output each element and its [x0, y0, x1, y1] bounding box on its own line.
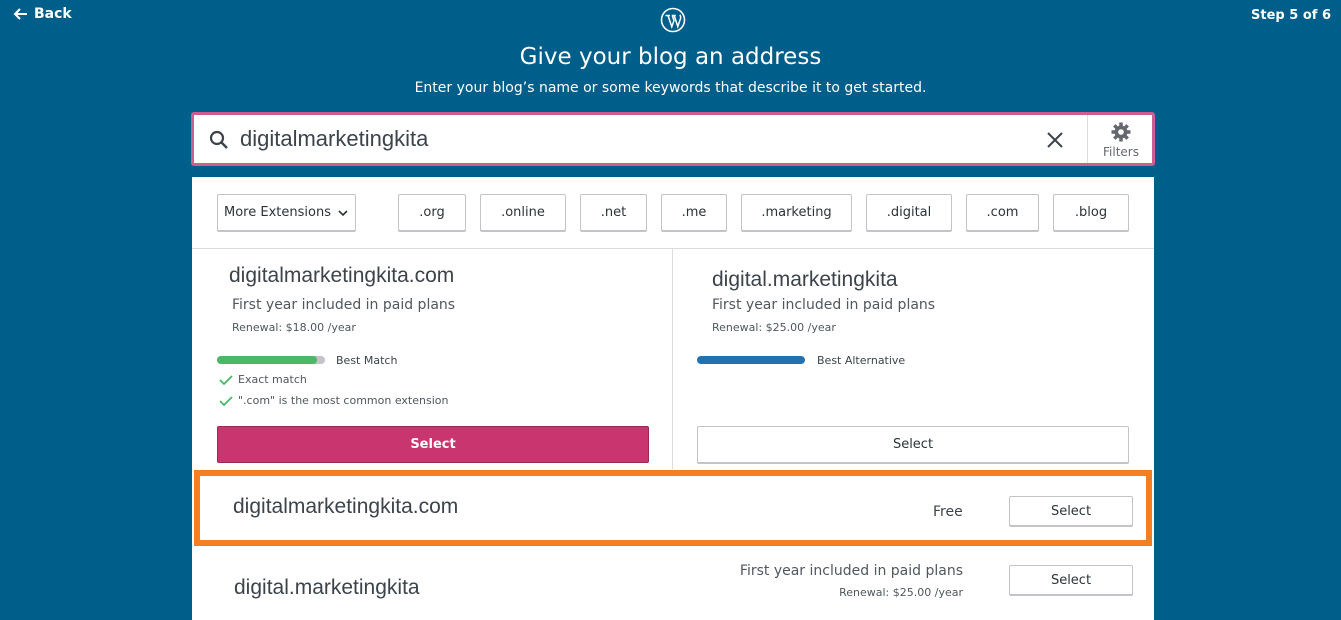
- best-alternative-label: Best Alternative: [817, 354, 906, 367]
- match-reason-text: ".com" is the most common extension: [238, 394, 449, 407]
- extension-chip-com[interactable]: .com: [966, 194, 1039, 231]
- filters-button[interactable]: Filters: [1090, 119, 1152, 161]
- top-bar: Back Step 5 of 6: [0, 0, 1341, 40]
- checkmark-icon: [219, 374, 233, 385]
- featured-domain-name: digitalmarketingkita.com: [229, 264, 455, 287]
- domain-search-box: Filters: [191, 112, 1155, 166]
- step-indicator: Step 5 of 6: [1251, 8, 1331, 23]
- best-match-bar: [217, 356, 317, 364]
- extension-chip-me[interactable]: .me: [661, 194, 727, 231]
- alternative-domain-price: First year included in paid plans: [712, 297, 936, 313]
- featured-domain-renewal: Renewal: $18.00 /year: [232, 321, 356, 334]
- best-match-label: Best Match: [336, 354, 398, 367]
- domain-search-input[interactable]: [240, 124, 1020, 154]
- chevron-down-icon: [338, 209, 348, 216]
- search-icon: [209, 130, 228, 149]
- extension-chip-digital[interactable]: .digital: [866, 194, 952, 231]
- page-subtitle: Enter your blog’s name or some keywords …: [414, 80, 927, 96]
- featured-divider: [672, 249, 673, 469]
- select-result-button[interactable]: Select: [1009, 565, 1133, 595]
- featured-domain-price: First year included in paid plans: [232, 297, 456, 313]
- match-reason-text: Exact match: [238, 373, 307, 386]
- extension-chip-org[interactable]: .org: [398, 194, 466, 231]
- more-extensions-button[interactable]: More Extensions: [217, 194, 356, 231]
- results-panel: More Extensions .org .online .net .me .m…: [192, 177, 1154, 620]
- alternative-domain-renewal: Renewal: $25.00 /year: [712, 321, 836, 334]
- result-domain-renewal: Renewal: $25.00 /year: [839, 586, 963, 599]
- highlight-annotation-box: [194, 470, 1152, 546]
- arrow-left-icon: [13, 8, 27, 20]
- gear-icon: [1111, 122, 1131, 142]
- more-extensions-label: More Extensions: [224, 205, 331, 220]
- extension-chip-online[interactable]: .online: [480, 194, 566, 231]
- select-featured-domain-button[interactable]: Select: [217, 426, 649, 463]
- close-icon[interactable]: [1044, 129, 1066, 151]
- match-reason: Exact match: [219, 373, 307, 386]
- extension-filter-row: More Extensions .org .online .net .me .m…: [192, 177, 1154, 249]
- filters-label: Filters: [1103, 145, 1139, 159]
- back-button[interactable]: Back: [12, 6, 72, 22]
- best-alternative-bar: [697, 356, 805, 364]
- extension-chip-blog[interactable]: .blog: [1053, 194, 1129, 231]
- back-label: Back: [34, 6, 72, 22]
- match-reason: ".com" is the most common extension: [219, 394, 448, 407]
- checkmark-icon: [219, 395, 233, 406]
- result-domain-price: First year included in paid plans: [739, 563, 963, 579]
- result-domain-name: digital.marketingkita: [234, 576, 420, 599]
- wordpress-logo: [660, 7, 686, 33]
- extension-chip-marketing[interactable]: .marketing: [741, 194, 852, 231]
- page-title: Give your blog an address: [519, 44, 822, 70]
- extension-chip-net[interactable]: .net: [580, 194, 647, 231]
- filters-divider: [1087, 115, 1088, 163]
- select-alternative-domain-button[interactable]: Select: [697, 426, 1129, 463]
- alternative-domain-name: digital.marketingkita: [712, 268, 898, 291]
